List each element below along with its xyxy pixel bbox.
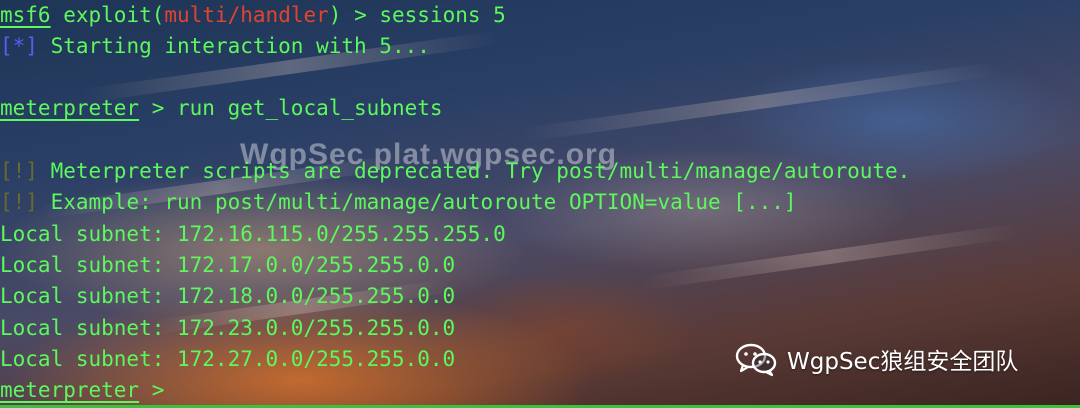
terminal-line-sessions: msf6 exploit(multi/handler) > sessions 5 bbox=[0, 3, 506, 27]
sessions-command: > sessions 5 bbox=[341, 3, 506, 27]
warning-marker: [!] bbox=[0, 190, 38, 214]
terminal-line-warning-1: [!] Meterpreter scripts are deprecated. … bbox=[0, 159, 911, 183]
subnet-line: Local subnet: 172.27.0.0/255.255.0.0 bbox=[0, 347, 456, 371]
warning-marker: [!] bbox=[0, 159, 38, 183]
msf-prompt: msf6 bbox=[0, 3, 51, 27]
terminal-line-run-command: meterpreter > run get_local_subnets bbox=[0, 93, 443, 123]
module-name: multi/handler bbox=[164, 3, 329, 27]
meterpreter-prompt: meterpreter bbox=[0, 378, 140, 402]
brand-name: WgpSec狼组安全团队 bbox=[787, 349, 1019, 375]
exploit-label: exploit bbox=[63, 3, 152, 27]
subnet-line: Local subnet: 172.23.0.0/255.255.0.0 bbox=[0, 316, 456, 340]
subnet-line: Local subnet: 172.17.0.0/255.255.0.0 bbox=[0, 253, 456, 277]
terminal-line-warning-2: [!] Example: run post/multi/manage/autor… bbox=[0, 190, 797, 214]
run-command: > run get_local_subnets bbox=[139, 96, 443, 120]
terminal-line-final-prompt[interactable]: meterpreter > bbox=[0, 375, 164, 405]
info-marker: [*] bbox=[0, 34, 38, 58]
subnet-line: Local subnet: 172.16.115.0/255.255.255.0 bbox=[0, 222, 506, 246]
brand-badge: WgpSec狼组安全团队 bbox=[735, 339, 1018, 379]
terminal-line-starting: [*] Starting interaction with 5... bbox=[0, 34, 430, 58]
subnet-line: Local subnet: 172.18.0.0/255.255.0.0 bbox=[0, 284, 456, 308]
wechat-icon bbox=[735, 343, 777, 377]
meterpreter-prompt: meterpreter bbox=[0, 96, 140, 120]
